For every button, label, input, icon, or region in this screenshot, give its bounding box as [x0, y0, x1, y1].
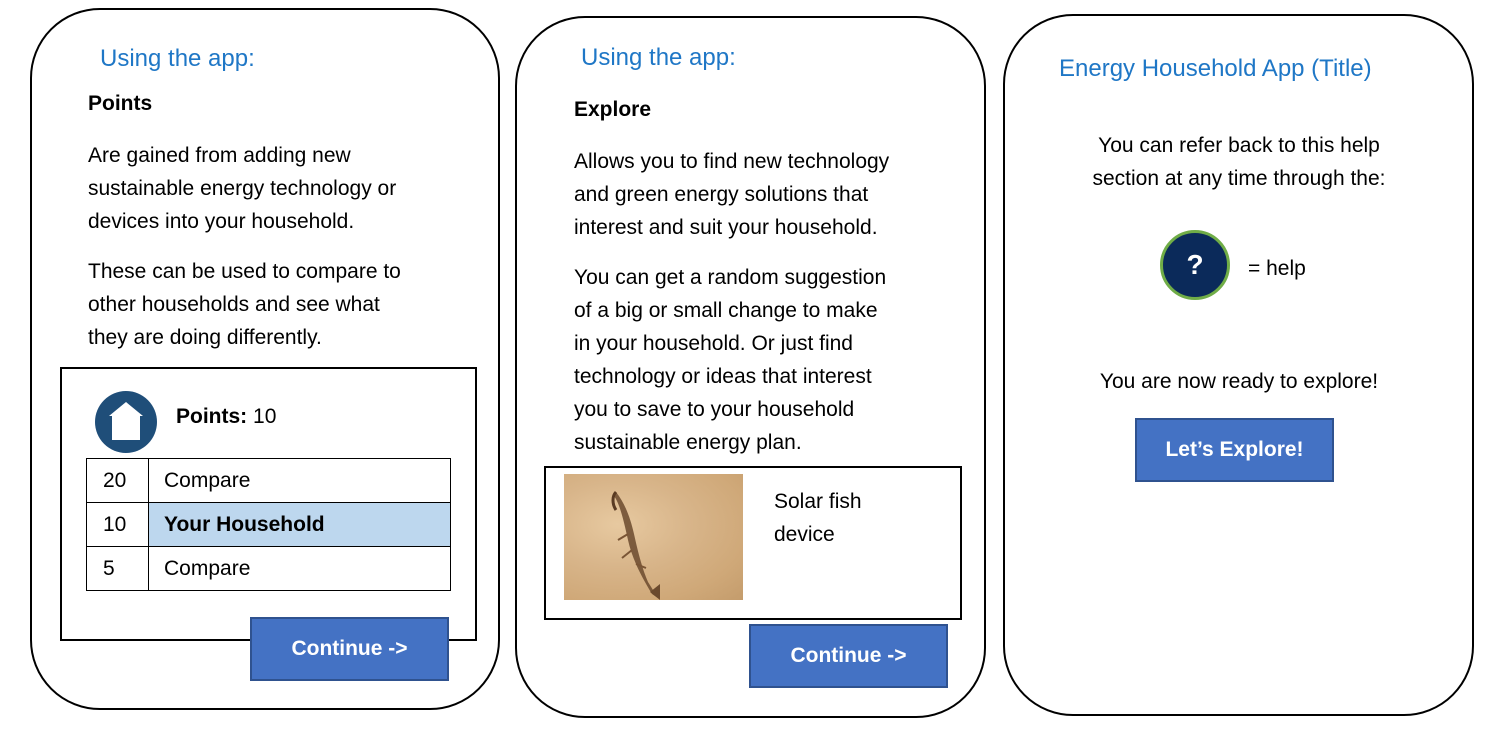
- screen-title: Using the app:: [581, 44, 736, 71]
- section-heading: Explore: [574, 98, 652, 121]
- screen-title: Using the app:: [100, 45, 255, 72]
- house-icon: [95, 391, 157, 453]
- help-icon[interactable]: ?: [1160, 230, 1230, 300]
- row-label: Your Household: [148, 502, 451, 547]
- lets-explore-button[interactable]: Let’s Explore!: [1135, 418, 1334, 482]
- explore-description: Allows you to find new technology and gr…: [574, 150, 890, 239]
- row-points: 20: [86, 458, 149, 503]
- suggestion-description: You can get a random suggestion of a big…: [574, 266, 887, 454]
- points-label: Points:: [176, 405, 248, 428]
- points-readout: Points: 10: [176, 405, 276, 429]
- app-title: Energy Household App (Title): [1059, 55, 1372, 82]
- section-heading: Points: [88, 92, 153, 115]
- row-label: Compare: [148, 546, 451, 591]
- table-row-your-household[interactable]: 10 Your Household: [86, 502, 451, 547]
- points-comparison-table: 20 Compare 10 Your Household 5 Compare: [86, 458, 451, 591]
- row-label: Compare: [148, 458, 451, 503]
- continue-button[interactable]: Continue ->: [250, 617, 449, 681]
- table-row[interactable]: 5 Compare: [86, 546, 451, 591]
- row-points: 5: [86, 546, 149, 591]
- points-compare-description: These can be used to compare to other ho…: [88, 260, 401, 349]
- points-description: Are gained from adding new sustainable e…: [88, 144, 397, 233]
- ready-text: You are now ready to explore!: [1099, 370, 1379, 393]
- table-row[interactable]: 20 Compare: [86, 458, 451, 503]
- points-value: 10: [253, 405, 277, 428]
- device-name: Solar fish device: [774, 490, 862, 546]
- continue-button[interactable]: Continue ->: [749, 624, 948, 688]
- help-legend: = help: [1248, 257, 1306, 280]
- help-description: You can refer back to this help section …: [1092, 134, 1386, 190]
- row-points: 10: [86, 502, 149, 547]
- fish-fossil-image: [564, 474, 743, 600]
